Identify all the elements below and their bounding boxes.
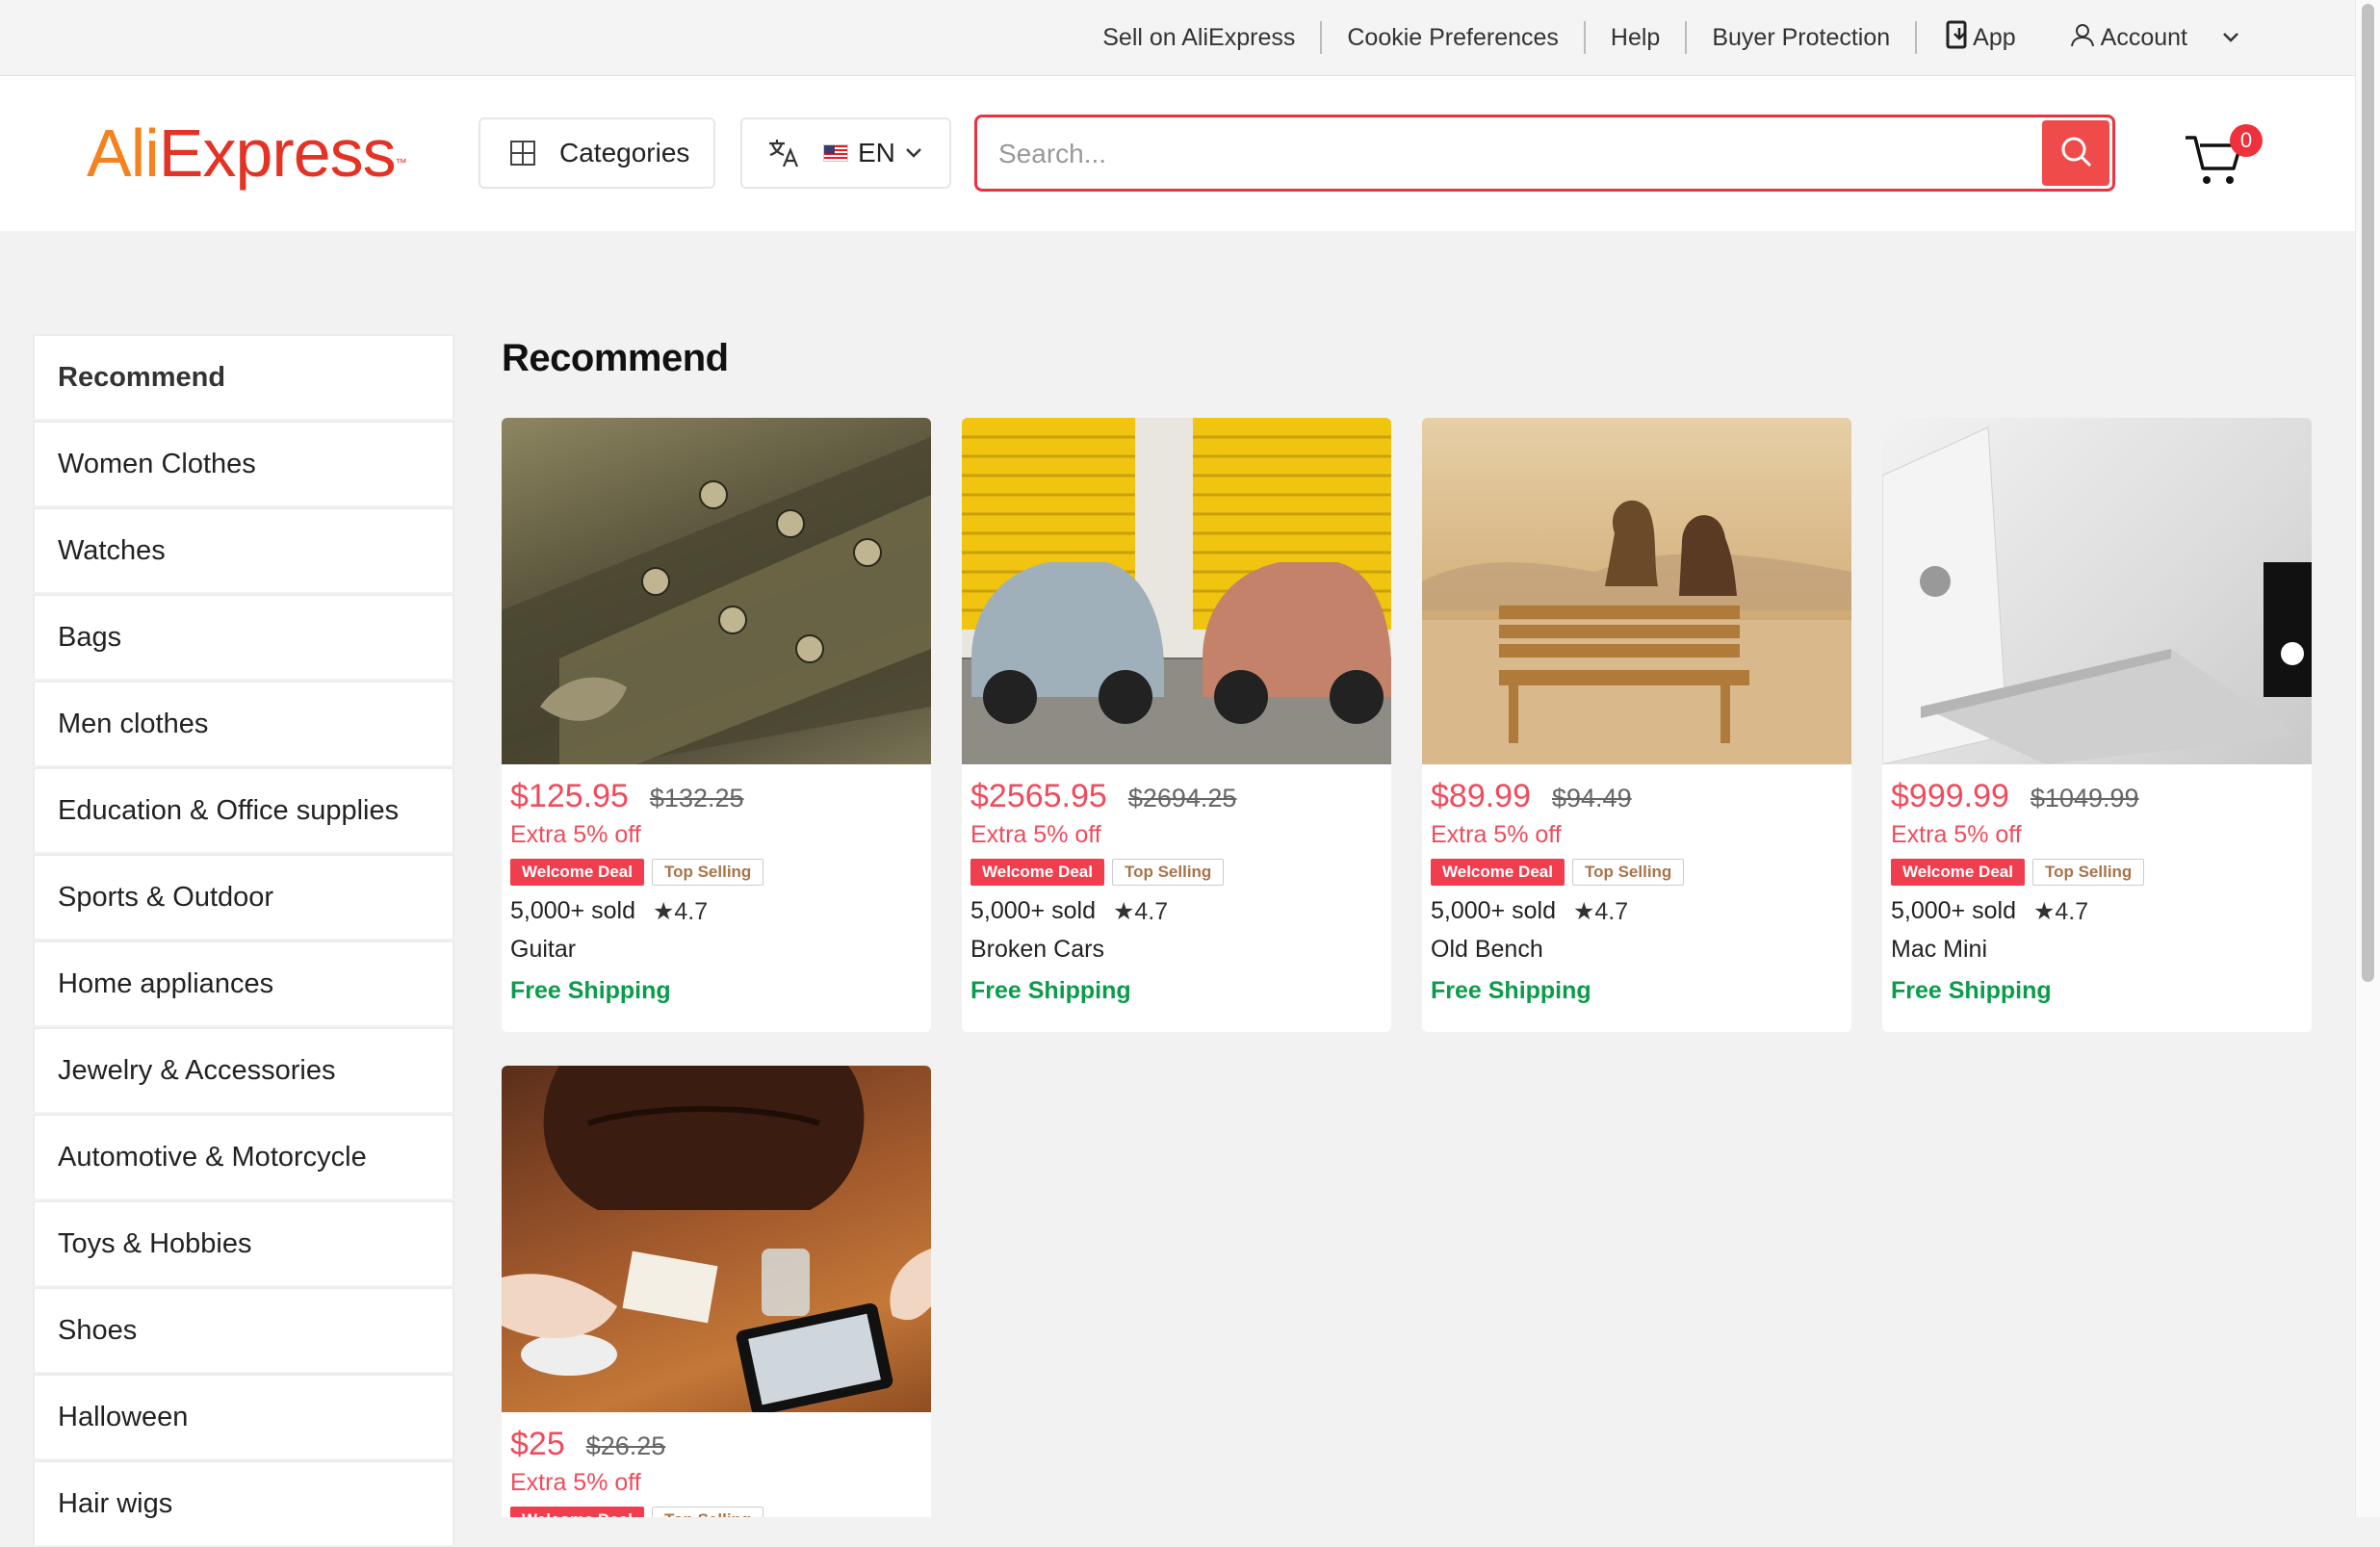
search-input[interactable] [996,117,2040,191]
product-name[interactable]: Broken Cars [970,936,1383,964]
language-selector[interactable]: EN [740,117,951,189]
sidebar-item-sports-outdoor[interactable]: Sports & Outdoor [33,854,454,939]
chevron-down-icon [905,147,922,159]
sidebar-item-education-office[interactable]: Education & Office supplies [33,767,454,852]
discount-text: Extra 5% off [1891,821,2022,848]
welcome-deal-badge: Welcome Deal [1891,859,2025,886]
sidebar-item-home-appliances[interactable]: Home appliances [33,941,454,1025]
cookie-preferences-link[interactable]: Cookie Preferences [1322,21,1586,54]
search-box [974,115,2115,192]
sold-count: 5,000+ sold [510,897,635,924]
product-image-leather-bag[interactable] [502,1066,931,1412]
user-icon [2070,22,2095,54]
categories-label: Categories [559,138,690,168]
product-card[interactable]: $25 $26.25 Extra 5% off Welcome Deal Top S… [502,1066,931,1517]
sidebar-item-recommend[interactable]: Recommend [33,334,454,419]
section-title: Recommend [502,337,729,379]
product-name[interactable]: Guitar [510,936,922,964]
discount-text: Extra 5% off [510,821,641,848]
free-shipping-label: Free Shipping [1891,977,2052,1004]
chevron-down-icon [2193,32,2239,43]
top-selling-badge: Top Selling [651,1507,764,1517]
product-price: $999.99 [1891,778,2009,814]
free-shipping-label: Free Shipping [1431,977,1591,1004]
rating: ★4.7 [652,898,709,925]
product-card[interactable]: $2565.95 $2694.25 Extra 5% off Welcome De… [962,418,1391,1032]
product-price: $89.99 [1431,778,1531,814]
product-image-guitar[interactable] [502,418,931,764]
product-price: $125.95 [510,778,629,814]
sidebar-item-watches[interactable]: Watches [33,507,454,592]
product-old-price: $2694.25 [1127,784,1237,812]
app-download-icon [1946,20,1969,56]
product-old-price: $94.49 [1552,784,1632,812]
app-label: App [1973,23,2016,51]
free-shipping-label: Free Shipping [510,977,671,1004]
account-label: Account [2100,23,2187,51]
rating: ★4.7 [1112,898,1169,925]
scrollbar-thumb[interactable] [2362,4,2374,982]
product-image-broken-cars[interactable] [962,418,1391,764]
translate-icon [767,138,800,168]
sidebar-item-bags[interactable]: Bags [33,594,454,679]
product-price: $2565.95 [970,778,1107,814]
language-label: EN [858,138,895,168]
top-utility-bar: Sell on AliExpress Cookie Preferences He… [0,0,2355,76]
product-old-price: $132.25 [649,784,744,812]
welcome-deal-badge: Welcome Deal [510,859,644,886]
sold-count: 5,000+ sold [1891,897,2016,924]
product-card[interactable]: $999.99 $1049.99 Extra 5% off Welcome Dea… [1882,418,2312,1032]
discount-text: Extra 5% off [1431,821,1562,848]
buyer-protection-link[interactable]: Buyer Protection [1687,21,1918,54]
sidebar-item-halloween[interactable]: Halloween [33,1374,454,1458]
sidebar-item-women-clothes[interactable]: Women Clothes [33,421,454,505]
main-header: AliExpress™ Categories EN 0 [0,76,2355,231]
page-scrollbar[interactable] [2355,0,2380,1517]
welcome-deal-badge: Welcome Deal [1431,859,1565,886]
grid-icon [509,140,536,167]
rating: ★4.7 [2032,898,2089,925]
us-flag-icon [823,144,848,162]
product-card[interactable]: $125.95 $132.25 Extra 5% off Welcome Deal… [502,418,931,1032]
sidebar-item-toys-hobbies[interactable]: Toys & Hobbies [33,1200,454,1285]
account-menu[interactable]: Account [2045,22,2257,54]
welcome-deal-badge: Welcome Deal [970,859,1104,886]
cart-count-badge: 0 [2230,124,2263,157]
sidebar-item-hair-wigs[interactable]: Hair wigs [33,1460,454,1545]
free-shipping-label: Free Shipping [970,977,1131,1004]
sold-count: 5,000+ sold [970,897,1096,924]
top-selling-badge: Top Selling [1111,859,1225,886]
product-old-price: $26.25 [585,1431,666,1460]
product-image-mac-mini[interactable] [1882,418,2312,764]
sidebar-item-shoes[interactable]: Shoes [33,1287,454,1372]
top-links: Sell on AliExpress Cookie Preferences He… [1077,0,2257,75]
product-name[interactable]: Old Bench [1431,936,1843,964]
categories-button[interactable]: Categories [479,117,715,189]
product-old-price: $1049.99 [2030,784,2139,812]
sidebar-item-jewelry[interactable]: Jewelry & Accessories [33,1027,454,1112]
product-card[interactable]: $89.99 $94.49 Extra 5% off Welcome Deal To… [1422,418,1851,1032]
discount-text: Extra 5% off [970,821,1101,848]
sidebar-item-men-clothes[interactable]: Men clothes [33,681,454,765]
sell-on-aliexpress-link[interactable]: Sell on AliExpress [1077,21,1323,54]
top-selling-badge: Top Selling [2031,859,2145,886]
product-image-old-bench[interactable] [1422,418,1851,764]
welcome-deal-badge: Welcome Deal [510,1507,644,1517]
product-price: $25 [510,1426,565,1462]
sold-count: 5,000+ sold [1431,897,1556,924]
cart-button[interactable]: 0 [2184,122,2263,199]
category-sidebar: Recommend Women Clothes Watches Bags Men… [33,334,454,1547]
sidebar-item-automotive[interactable]: Automotive & Motorcycle [33,1114,454,1199]
help-link[interactable]: Help [1586,21,1688,54]
product-name[interactable]: Mac Mini [1891,936,2303,964]
top-selling-badge: Top Selling [651,859,764,886]
app-link[interactable]: App [1917,20,2044,56]
rating: ★4.7 [1572,898,1629,925]
search-button[interactable] [2042,120,2109,186]
top-selling-badge: Top Selling [1571,859,1685,886]
search-icon [2058,134,2093,173]
discount-text: Extra 5% off [510,1469,641,1496]
aliexpress-logo[interactable]: AliExpress™ [87,115,407,192]
